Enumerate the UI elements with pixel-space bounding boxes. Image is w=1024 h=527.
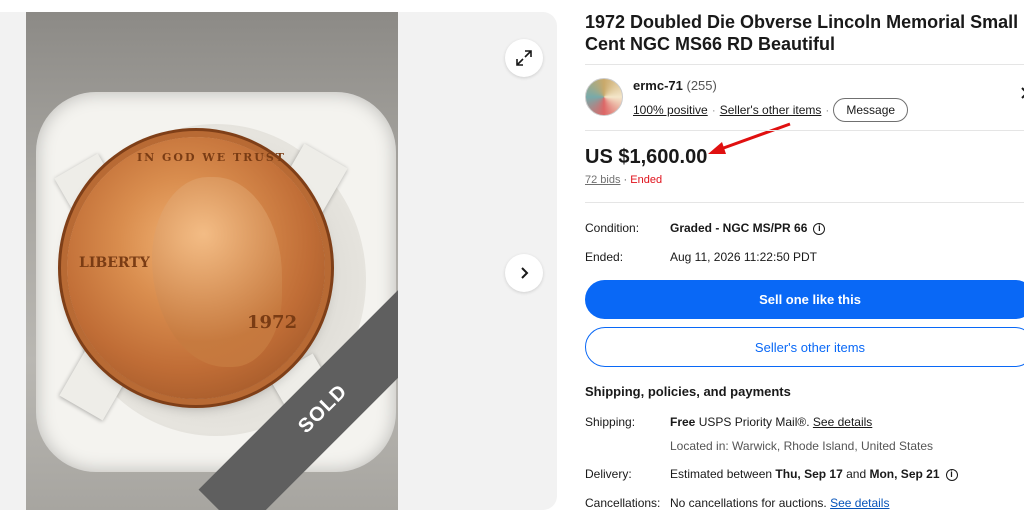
lincoln-profile [152, 177, 282, 367]
divider [585, 202, 1024, 203]
coin-year: 1972 [247, 312, 298, 333]
chevron-right-icon [521, 267, 529, 279]
ended-value: Aug 11, 2026 11:22:50 PDT [670, 250, 817, 264]
seller-other-items-link[interactable]: Seller's other items [720, 103, 822, 117]
price-meta: 72 bids · Ended [585, 174, 662, 186]
item-details-panel: 1972 Doubled Die Obverse Lincoln Memoria… [585, 0, 1024, 527]
cancellations-label: Cancellations: [585, 496, 661, 510]
shipping-section-title: Shipping, policies, and payments [585, 384, 791, 399]
divider [585, 130, 1024, 131]
item-location: Located in: Warwick, Rhode Island, Unite… [670, 439, 934, 453]
next-image-button[interactable] [505, 254, 543, 292]
shipping-see-details-link[interactable]: See details [813, 415, 872, 429]
info-icon[interactable]: i [945, 468, 958, 481]
expand-button[interactable] [505, 39, 543, 77]
message-button[interactable]: Message [833, 98, 909, 122]
seller-avatar[interactable] [585, 78, 623, 116]
shipping-label: Shipping: [585, 415, 636, 429]
chevron-right-icon[interactable] [1020, 86, 1024, 100]
ended-label: Ended: [585, 250, 624, 264]
coin-motto: IN GOD WE TRUST [137, 151, 286, 164]
delivery-end: Mon, Sep 21 [869, 467, 940, 481]
shipping-free: Free [670, 415, 696, 429]
coin-liberty: LIBERTY [79, 255, 150, 271]
sold-label: SOLD [293, 379, 352, 438]
coin-image: IN GOD WE TRUST LIBERTY 1972 [67, 137, 325, 399]
condition-value: Graded - NGC MS/PR 66 [670, 221, 808, 235]
delivery-prefix: Estimated between [670, 467, 773, 481]
info-icon[interactable]: i [813, 222, 826, 235]
separator: · [623, 174, 628, 186]
seller-card[interactable]: ermc-71 (255) 100% positive · Seller's o… [585, 76, 1024, 122]
price: US $1,600.00 [585, 146, 708, 168]
condition-label: Condition: [585, 221, 640, 235]
seller-name[interactable]: ermc-71 [633, 78, 683, 93]
delivery-start: Thu, Sep 17 [775, 467, 843, 481]
cancellations-value: No cancellations for auctions. [670, 496, 827, 510]
image-gallery[interactable]: IN GOD WE TRUST LIBERTY 1972 SOLD [0, 12, 557, 510]
delivery-and: and [846, 467, 867, 481]
divider [585, 64, 1024, 65]
sellers-other-items-button[interactable]: Seller's other items [585, 327, 1024, 367]
bids-link[interactable]: 72 bids [585, 174, 620, 186]
cancellations-see-details-link[interactable]: See details [830, 496, 889, 510]
item-photo[interactable]: IN GOD WE TRUST LIBERTY 1972 SOLD [26, 12, 398, 510]
item-title: 1972 Doubled Die Obverse Lincoln Memoria… [585, 12, 1019, 54]
status-ended: Ended [630, 174, 663, 186]
shipping-method: USPS Priority Mail®. [698, 415, 810, 429]
positive-feedback-link[interactable]: 100% positive [633, 103, 708, 117]
delivery-label: Delivery: [585, 467, 632, 481]
seller-feedback-count: (255) [686, 78, 717, 93]
sell-one-like-this-button[interactable]: Sell one like this [585, 280, 1024, 319]
expand-icon [516, 50, 532, 66]
